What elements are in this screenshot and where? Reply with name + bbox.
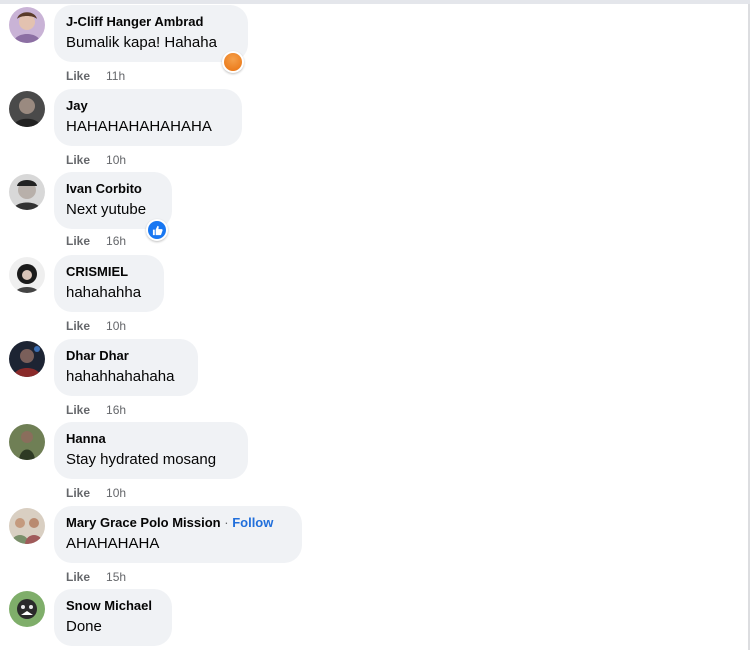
comment-actions: Like 15h	[66, 570, 126, 584]
comment-bubble: CRISMIEL hahahahha	[54, 255, 164, 312]
comment-bubble: Mary Grace Polo Mission · Follow AHAHAHA…	[54, 506, 302, 563]
like-button[interactable]: Like	[66, 319, 90, 333]
comment-text: hahahhahahaha	[66, 368, 175, 385]
comment-bubble: Snow Michael Done	[54, 589, 172, 646]
comment-timestamp[interactable]: 15h	[106, 570, 126, 584]
comment-timestamp[interactable]: 10h	[106, 319, 126, 333]
comment-actions: Like 10h	[66, 153, 126, 167]
commenter-name[interactable]: Hanna	[66, 430, 236, 447]
comment-bubble: J-Cliff Hanger Ambrad Bumalik kapa! Haha…	[54, 5, 248, 62]
avatar[interactable]	[9, 508, 45, 544]
like-button[interactable]: Like	[66, 403, 90, 417]
comment-actions: Like 16h	[66, 403, 126, 417]
top-divider	[0, 0, 750, 4]
avatar-image	[9, 257, 45, 293]
like-button[interactable]: Like	[66, 570, 90, 584]
comment-timestamp[interactable]: 10h	[106, 153, 126, 167]
comment-timestamp[interactable]: 10h	[106, 486, 126, 500]
comment-text: HAHAHAHAHAHAHA	[66, 118, 212, 135]
comment-text: Done	[66, 618, 102, 635]
avatar[interactable]	[9, 341, 45, 377]
comment-text: Bumalik kapa! Hahaha	[66, 34, 217, 51]
avatar[interactable]	[9, 7, 45, 43]
commenter-name-row: Mary Grace Polo Mission · Follow	[66, 514, 290, 531]
comment-bubble: Hanna Stay hydrated mosang	[54, 422, 248, 479]
name-separator: ·	[224, 515, 229, 530]
like-button[interactable]: Like	[66, 153, 90, 167]
avatar-image	[9, 174, 45, 210]
comment-text: Next yutube	[66, 201, 147, 218]
commenter-name[interactable]: Mary Grace Polo Mission	[66, 515, 221, 530]
avatar-image	[9, 341, 45, 377]
commenter-name[interactable]: J-Cliff Hanger Ambrad	[66, 13, 236, 30]
avatar-image	[9, 591, 45, 627]
comment-text: Stay hydrated mosang	[66, 451, 217, 468]
comment-timestamp[interactable]: 16h	[106, 403, 126, 417]
avatar[interactable]	[9, 591, 45, 627]
avatar-image	[9, 424, 45, 460]
like-reaction-icon[interactable]	[146, 219, 168, 241]
avatar[interactable]	[9, 91, 45, 127]
angry-reaction-icon[interactable]	[222, 51, 244, 73]
avatar[interactable]	[9, 424, 45, 460]
comment-actions: Like 10h	[66, 486, 126, 500]
commenter-name[interactable]: CRISMIEL	[66, 263, 152, 280]
commenter-name[interactable]: Dhar Dhar	[66, 347, 186, 364]
comment-text: hahahahha	[66, 284, 142, 301]
comment-actions: Like 16h	[66, 234, 126, 248]
avatar-image	[9, 508, 45, 544]
comment-timestamp[interactable]: 11h	[106, 69, 125, 83]
commenter-name[interactable]: Snow Michael	[66, 597, 160, 614]
commenter-name[interactable]: Ivan Corbito	[66, 180, 160, 197]
commenter-name[interactable]: Jay	[66, 97, 230, 114]
avatar[interactable]	[9, 257, 45, 293]
like-button[interactable]: Like	[66, 234, 90, 248]
avatar-image	[9, 7, 45, 43]
comment-timestamp[interactable]: 16h	[106, 234, 126, 248]
like-button[interactable]: Like	[66, 486, 90, 500]
follow-button[interactable]: Follow	[232, 515, 273, 530]
comment-actions: Like 11h	[66, 69, 125, 83]
like-button[interactable]: Like	[66, 69, 90, 83]
avatar-image	[9, 91, 45, 127]
comment-bubble: Dhar Dhar hahahhahahaha	[54, 339, 198, 396]
avatar[interactable]	[9, 174, 45, 210]
comment-bubble: Jay HAHAHAHAHAHAHA	[54, 89, 242, 146]
comment-actions: Like 10h	[66, 319, 126, 333]
comment-text: AHAHAHAHA	[66, 535, 160, 552]
thumbs-up-icon	[152, 225, 163, 235]
